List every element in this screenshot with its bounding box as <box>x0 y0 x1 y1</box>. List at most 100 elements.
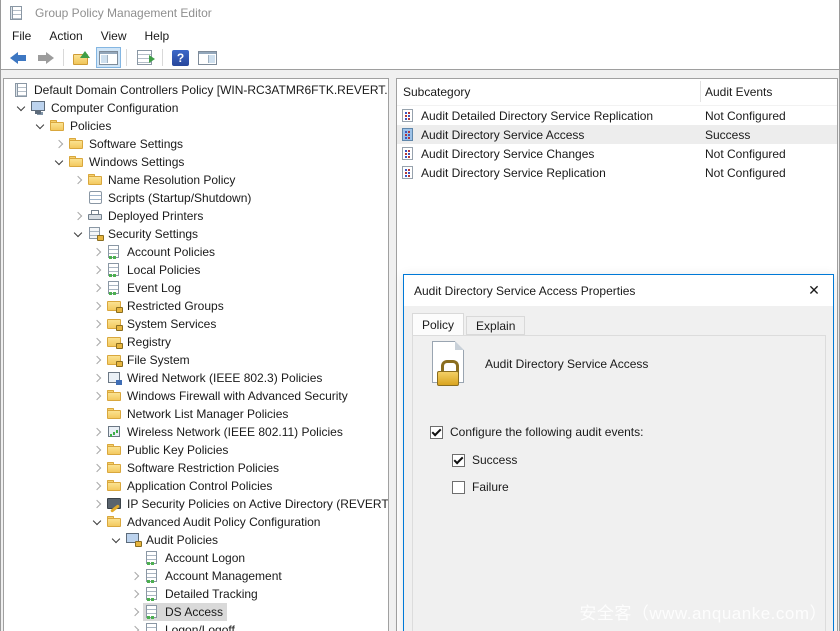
export-list-button[interactable] <box>132 47 157 68</box>
tree-item-label: Restricted Groups <box>127 299 224 313</box>
tab-explain[interactable]: Explain <box>466 316 526 335</box>
audit-events-cell: Success <box>705 127 751 142</box>
tree-item[interactable]: Name Resolution Policy <box>4 171 388 189</box>
tree-item-label: Deployed Printers <box>108 209 204 223</box>
tree-chevron-icon[interactable] <box>126 551 143 565</box>
tree-item[interactable]: IP Security Policies on Active Directory… <box>4 495 388 513</box>
tree-chevron-icon[interactable] <box>88 497 105 511</box>
column-header-audit-events[interactable]: Audit Events <box>705 85 772 99</box>
checkbox-icon[interactable] <box>430 425 443 439</box>
menu-help[interactable]: Help <box>136 27 179 45</box>
tree-item[interactable]: Event Log <box>4 279 388 297</box>
tree-chevron-icon[interactable] <box>12 101 29 115</box>
tree-chevron-icon[interactable] <box>88 335 105 349</box>
tree-chevron-icon[interactable] <box>126 569 143 583</box>
tree-item[interactable]: Account Management <box>4 567 388 585</box>
tree-chevron-icon[interactable] <box>88 515 105 529</box>
success-checkbox-row[interactable]: Success <box>452 453 517 467</box>
tree-item[interactable]: Logon/Logoff <box>4 621 388 631</box>
tree-chevron-icon[interactable] <box>88 371 105 385</box>
tree-chevron-icon[interactable] <box>69 209 86 223</box>
window-title: Group Policy Management Editor <box>35 6 212 20</box>
tree-chevron-icon[interactable] <box>126 605 143 619</box>
tree-item[interactable]: File System <box>4 351 388 369</box>
tree-chevron-icon[interactable] <box>107 533 124 547</box>
tab-policy[interactable]: Policy <box>412 313 465 335</box>
checkbox-icon[interactable] <box>452 453 465 467</box>
tree-item[interactable]: Windows Firewall with Advanced Security <box>4 387 388 405</box>
tree-item[interactable]: Restricted Groups <box>4 297 388 315</box>
tree-item-label: Default Domain Controllers Policy [WIN-R… <box>34 83 389 97</box>
tree-item[interactable]: Wireless Network (IEEE 802.11) Policies <box>4 423 388 441</box>
column-divider[interactable] <box>700 81 701 102</box>
tree-item[interactable]: DS Access <box>4 603 388 621</box>
lock-body <box>437 371 459 386</box>
tree-item[interactable]: Deployed Printers <box>4 207 388 225</box>
tree-chevron-icon[interactable] <box>126 623 143 631</box>
tree-item[interactable]: Network List Manager Policies <box>4 405 388 423</box>
tree-chevron-icon[interactable] <box>69 227 86 241</box>
menu-view[interactable]: View <box>92 27 136 45</box>
tree-item[interactable]: Account Logon <box>4 549 388 567</box>
tree-item[interactable]: System Services <box>4 315 388 333</box>
tree-chevron-icon[interactable] <box>88 263 105 277</box>
tree-chevron-icon[interactable] <box>88 461 105 475</box>
help-button[interactable] <box>168 47 193 68</box>
tree-item[interactable]: Scripts (Startup/Shutdown) <box>4 189 388 207</box>
tree-item[interactable]: Public Key Policies <box>4 441 388 459</box>
tree-item[interactable]: Local Policies <box>4 261 388 279</box>
tree-chevron-icon[interactable] <box>88 425 105 439</box>
tree-chevron-icon[interactable] <box>88 479 105 493</box>
column-header-subcategory[interactable]: Subcategory <box>403 85 470 99</box>
tree-item[interactable]: Software Restriction Policies <box>4 459 388 477</box>
tree-item[interactable]: Advanced Audit Policy Configuration <box>4 513 388 531</box>
tree-chevron-icon[interactable] <box>88 281 105 295</box>
tree-chevron-icon[interactable] <box>88 389 105 403</box>
list-item[interactable]: Audit Detailed Directory Service Replica… <box>397 106 837 125</box>
close-icon[interactable]: ✕ <box>799 278 829 302</box>
tree-chevron-icon[interactable] <box>88 407 105 421</box>
configure-audit-events-checkbox-row[interactable]: Configure the following audit events: <box>430 425 643 439</box>
tree-chevron-icon[interactable] <box>88 443 105 457</box>
tree-item[interactable]: Policies <box>4 117 388 135</box>
list-item[interactable]: Audit Directory Service Replication Not … <box>397 163 837 182</box>
tree-chevron-icon[interactable] <box>31 119 48 133</box>
tree-chevron-icon[interactable] <box>69 191 86 205</box>
tree-chevron-icon[interactable] <box>88 299 105 313</box>
tree-chevron-icon[interactable] <box>88 317 105 331</box>
tree-item[interactable]: Default Domain Controllers Policy [WIN-R… <box>4 81 388 99</box>
tree-chevron-icon[interactable] <box>50 155 67 169</box>
tree-chevron-icon[interactable] <box>126 587 143 601</box>
show-action-pane-button[interactable] <box>195 47 220 68</box>
tree-item[interactable]: Security Settings <box>4 225 388 243</box>
list-item[interactable]: Audit Directory Service Changes Not Conf… <box>397 144 837 163</box>
tree-item[interactable]: Detailed Tracking <box>4 585 388 603</box>
failure-checkbox-row[interactable]: Failure <box>452 480 509 494</box>
tree-item-label: IP Security Policies on Active Directory… <box>127 497 389 511</box>
menu-action[interactable]: Action <box>40 27 91 45</box>
tree-item[interactable]: Account Policies <box>4 243 388 261</box>
checkbox-icon[interactable] <box>452 480 465 494</box>
tree-chevron-icon[interactable] <box>50 137 67 151</box>
tree-item[interactable]: Windows Settings <box>4 153 388 171</box>
back-button[interactable] <box>6 47 31 68</box>
tree-chevron-icon[interactable] <box>88 245 105 259</box>
tree-item[interactable]: Software Settings <box>4 135 388 153</box>
folder-icon <box>107 461 123 475</box>
tree-item-label: Public Key Policies <box>127 443 229 457</box>
console-tree: Default Domain Controllers Policy [WIN-R… <box>4 81 388 631</box>
tree-item[interactable]: Computer Configuration <box>4 99 388 117</box>
list-item[interactable]: Audit Directory Service Access Success <box>397 125 837 144</box>
menu-file[interactable]: File <box>3 27 40 45</box>
tree-chevron-icon[interactable] <box>88 353 105 367</box>
tree-chevron-icon[interactable] <box>69 173 86 187</box>
tree-item[interactable]: Audit Policies <box>4 531 388 549</box>
up-one-level-button[interactable] <box>69 47 94 68</box>
scripts-icon <box>88 191 104 205</box>
tree-item[interactable]: Application Control Policies <box>4 477 388 495</box>
tree-item[interactable]: Registry <box>4 333 388 351</box>
show-console-tree-button[interactable] <box>96 47 121 68</box>
forward-button[interactable] <box>33 47 58 68</box>
folder-icon <box>107 515 123 529</box>
tree-item[interactable]: Wired Network (IEEE 802.3) Policies <box>4 369 388 387</box>
